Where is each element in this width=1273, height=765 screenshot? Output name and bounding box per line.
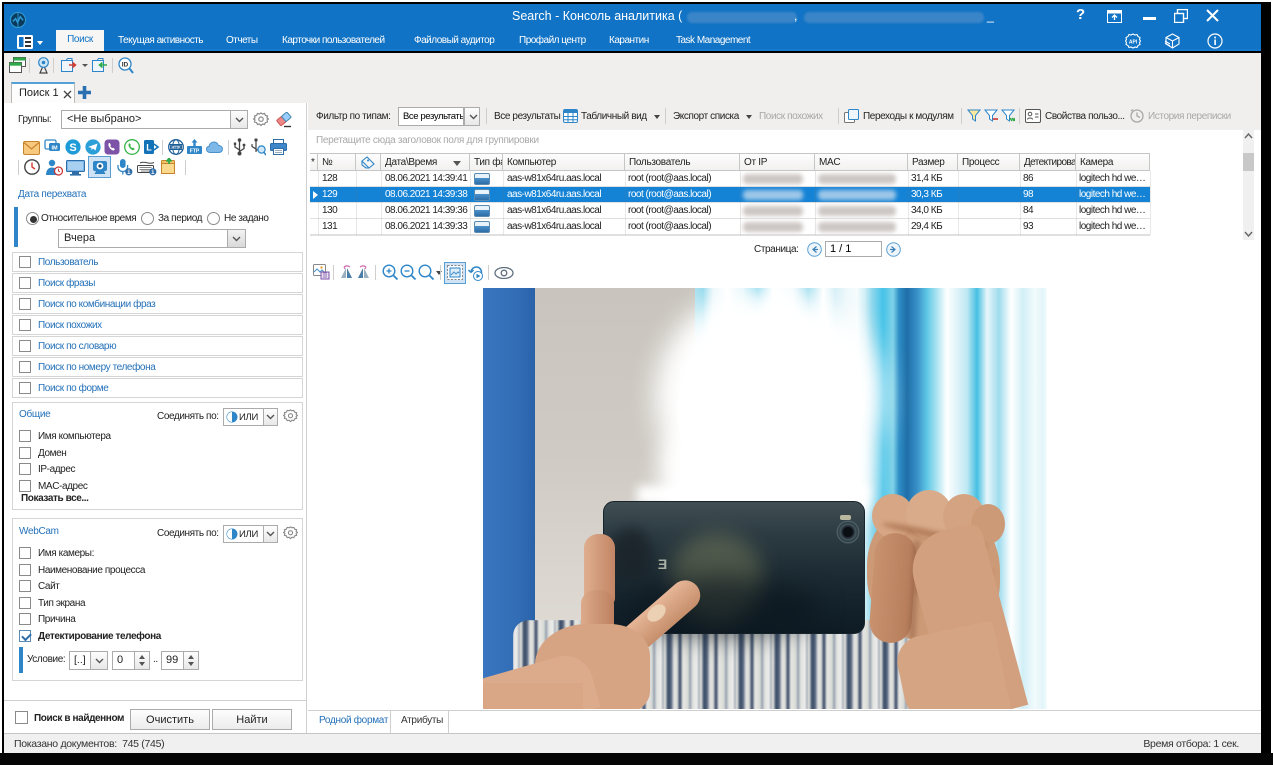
svg-text:HTTP: HTTP <box>172 145 182 149</box>
svg-text:i: i <box>151 169 155 176</box>
svg-text:FTP: FTP <box>190 148 200 154</box>
svg-text:API: API <box>1129 40 1138 46</box>
svg-text:S: S <box>69 142 76 154</box>
svg-text:i: i <box>127 169 131 176</box>
svg-text:L: L <box>146 143 152 153</box>
svg-text:IM: IM <box>51 146 58 152</box>
svg-text:ID: ID <box>122 62 129 69</box>
